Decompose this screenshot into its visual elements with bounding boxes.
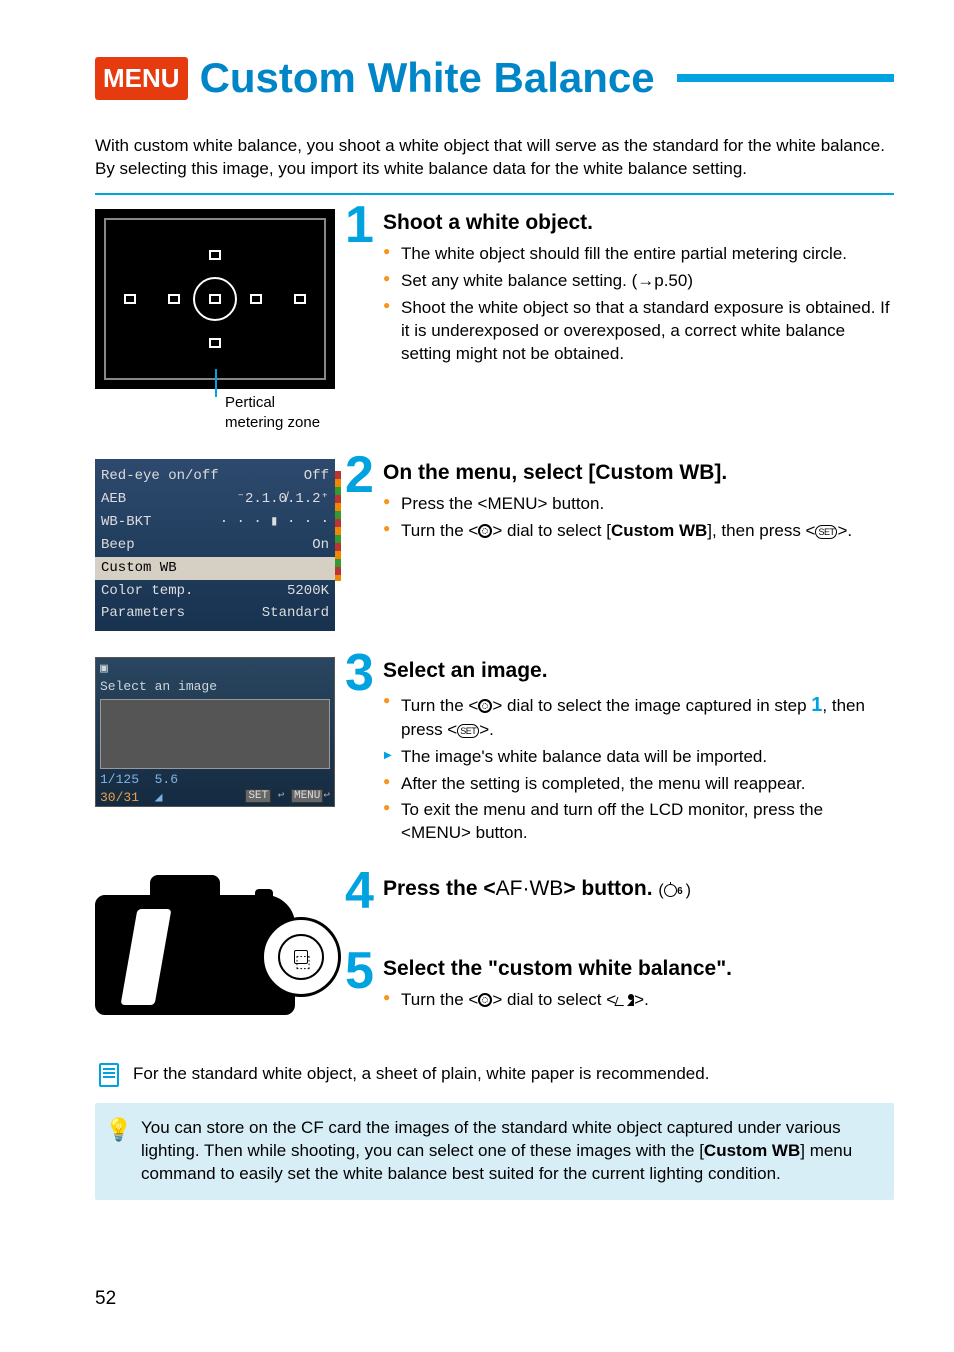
menu-screenshot: Red-eye on/offOff AEB⁻2.1.0̸.1.2⁺ WB-BKT… [95, 459, 335, 631]
step-heading: Press the <AF·WB> button. (6 ) [383, 875, 894, 903]
select-image-screenshot: ▣Select an image 1/125 5.6 30/31 ◢ SET ↩… [95, 657, 355, 849]
note-icon [99, 1063, 119, 1087]
camera-illustration: ⬚ [95, 875, 355, 1035]
lightbulb-icon: 💡 [105, 1115, 132, 1145]
step-number: 4 [345, 871, 374, 913]
footnote-text: For the standard white object, a sheet o… [133, 1063, 709, 1086]
page-title: Custom White Balance [200, 50, 655, 107]
title-rule [677, 74, 894, 82]
step-1: 1 Shoot a white object. The white object… [383, 209, 894, 434]
step-heading: Shoot a white object. [383, 209, 894, 237]
step-bullet: To exit the menu and turn off the LCD mo… [399, 799, 894, 845]
step-bullet: Turn the <> dial to select the image cap… [399, 692, 894, 742]
step-heading: Select an image. [383, 657, 894, 685]
intro-text: With custom white balance, you shoot a w… [95, 135, 894, 181]
step-heading: Select the "custom white balance". [383, 955, 894, 983]
step-bullet: Press the <MENU> button. [399, 493, 894, 516]
tip-box: 💡 You can store on the CF card the image… [95, 1103, 894, 1200]
set-icon: SET [815, 525, 837, 539]
viewfinder-illustration: Pertical metering zone [95, 209, 335, 434]
dial-icon [478, 993, 492, 1007]
step-bullet: Turn the <> dial to select <>. [399, 989, 894, 1012]
dial-icon [478, 699, 492, 713]
step-bullet: Turn the <> dial to select [Custom WB], … [399, 520, 894, 543]
timer-icon: 6 [664, 884, 677, 897]
step-bullet: After the setting is completed, the menu… [399, 773, 894, 796]
page-number: 52 [95, 1286, 116, 1312]
step-number: 3 [345, 653, 374, 695]
step-bullet: The image's white balance data will be i… [399, 746, 894, 769]
step-number: 5 [345, 951, 374, 993]
menu-badge: MENU [95, 57, 188, 100]
step-bullet: The white object should fill the entire … [399, 243, 894, 266]
step-5: 5 Select the "custom white balance". Tur… [383, 955, 894, 1035]
set-icon: SET [457, 724, 479, 738]
step-bullet: Shoot the white object so that a standar… [399, 297, 894, 366]
step-bullet: Set any white balance setting. (→p.50) [399, 270, 894, 293]
dial-icon [478, 524, 492, 538]
step-4: 4 Press the <AF·WB> button. (6 ) [383, 875, 894, 929]
custom-wb-icon [616, 994, 634, 1006]
step-heading: On the menu, select [Custom WB]. [383, 459, 894, 487]
viewfinder-caption: Pertical metering zone [95, 393, 335, 434]
footnote: For the standard white object, a sheet o… [95, 1063, 894, 1087]
step-number: 1 [345, 205, 374, 247]
step-number: 2 [345, 455, 374, 497]
step-3: 3 Select an image. Turn the <> dial to s… [383, 657, 894, 849]
page-title-row: MENU Custom White Balance [95, 50, 894, 107]
step-2: 2 On the menu, select [Custom WB]. Press… [383, 459, 894, 631]
separator [95, 193, 894, 195]
